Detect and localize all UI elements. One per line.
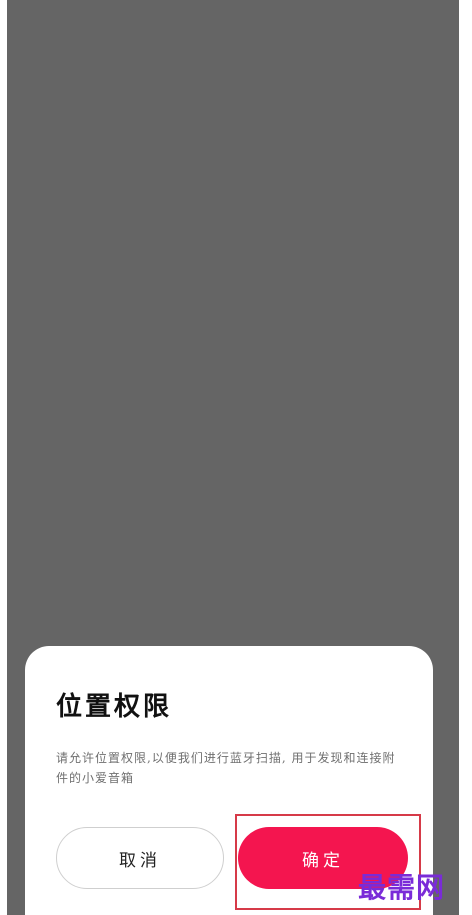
site-watermark: 最需网 [358, 871, 446, 904]
dialog-message: 请允许位置权限,以便我们进行蓝牙扫描, 用于发现和连接附件的小爱音箱 [56, 751, 396, 785]
dialog-title: 位置权限 [56, 692, 173, 722]
screenshot-border-strip [459, 0, 472, 915]
cancel-button[interactable]: 取消 [56, 827, 224, 889]
